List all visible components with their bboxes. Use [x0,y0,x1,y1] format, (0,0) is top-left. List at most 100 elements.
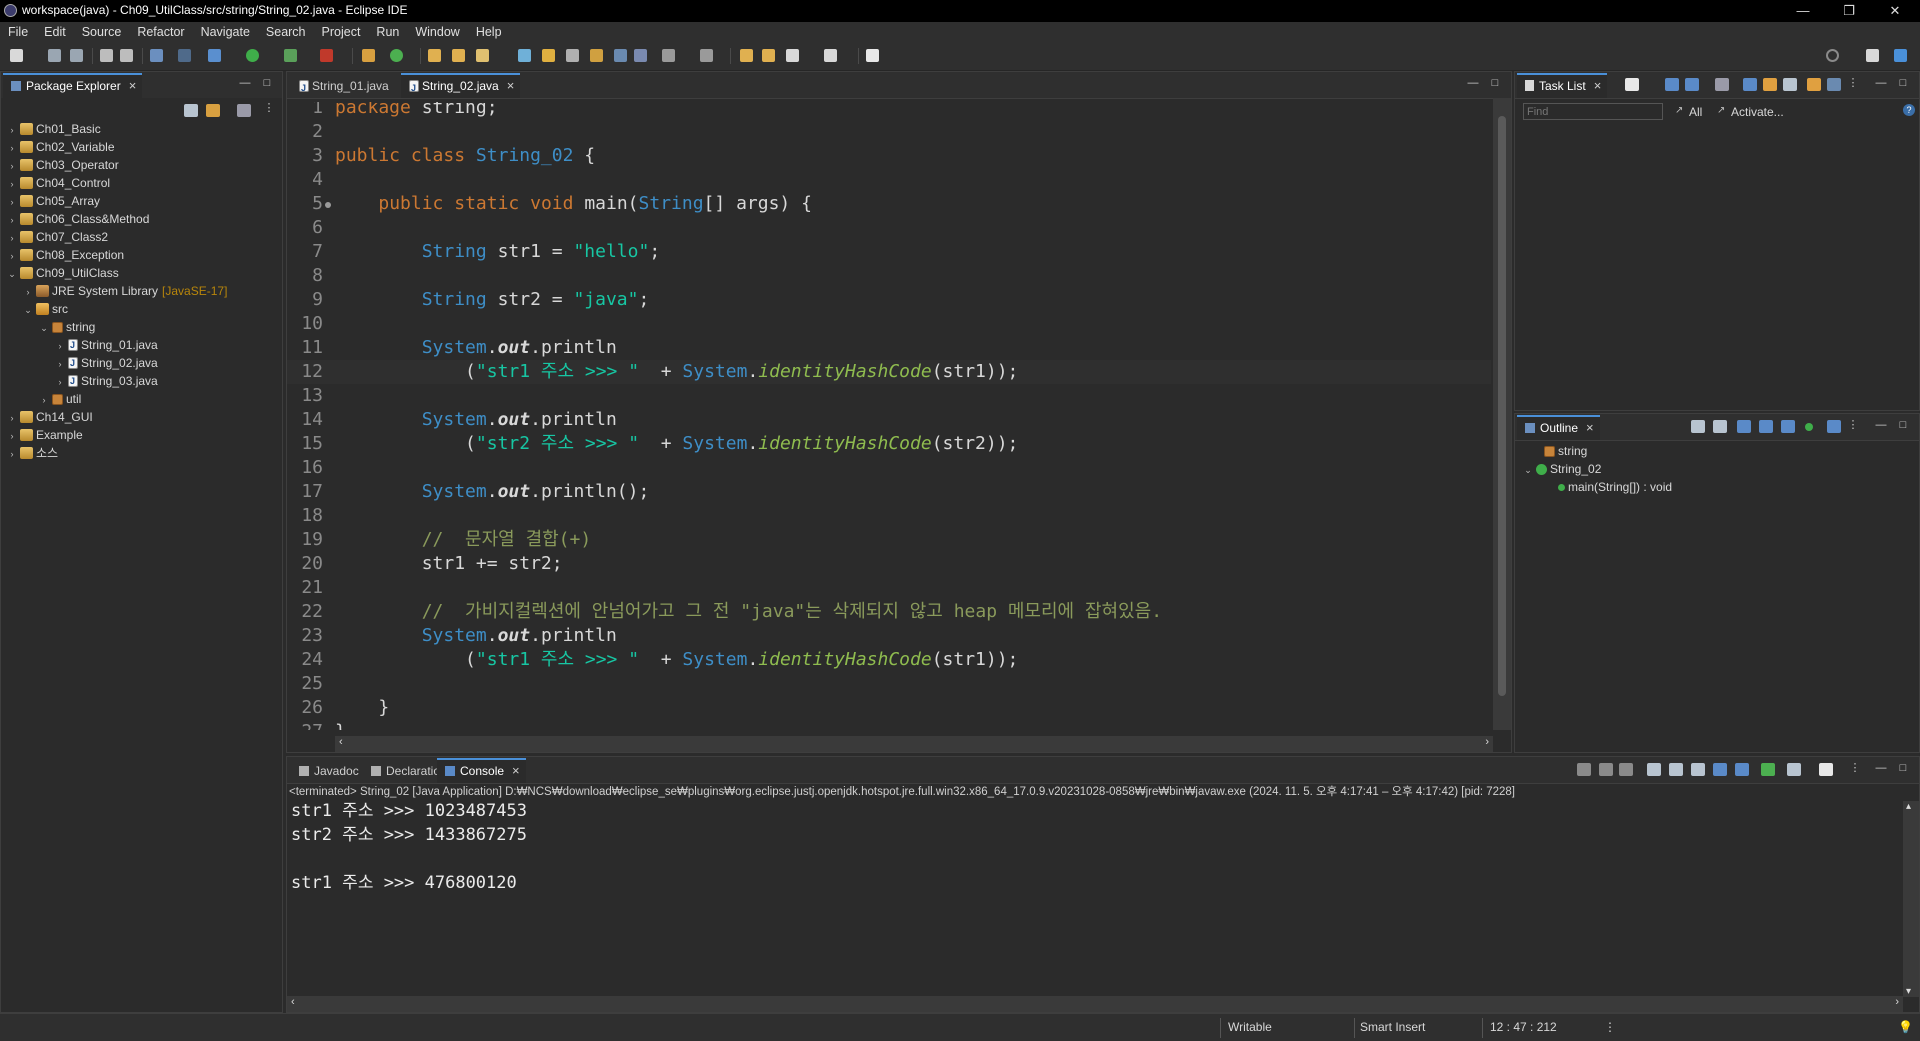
open-type-icon[interactable] [428,49,441,62]
tree-item[interactable]: ⌄ Ch09_UtilClass [7,264,118,282]
editor-scroll-thumb[interactable] [1498,116,1506,696]
tree-item[interactable]: › 소스 [7,444,59,462]
task-view-menu-icon[interactable]: ⋮ [1847,78,1859,89]
maximize-console-icon[interactable]: □ [1897,763,1909,774]
code-line[interactable]: 25 [287,672,1491,696]
run-icon[interactable] [246,49,259,62]
undo-icon[interactable] [100,49,113,62]
open-perspective-icon[interactable] [866,49,879,62]
scheduled-icon[interactable] [1685,78,1699,91]
show-on-stderr-icon[interactable] [1735,763,1749,776]
tab-package-explorer[interactable]: Package Explorer × [3,73,143,98]
outline-collapse-all-icon[interactable] [1691,420,1705,433]
tree-item[interactable]: › util [39,390,82,408]
chevron-right-icon[interactable]: › [7,427,17,445]
maximize-editor-icon[interactable]: □ [1489,78,1501,89]
pin-console-icon[interactable] [1761,763,1775,776]
scroll-right-icon[interactable]: › [1485,736,1489,748]
minimize-button[interactable]: — [1780,0,1826,22]
tree-item[interactable]: › Ch07_Class2 [7,228,109,247]
collapse-all-icon[interactable] [184,104,198,117]
outline-item[interactable]: ⌄ String_02 [1523,460,1601,478]
minimize-view-icon[interactable]: — [239,78,251,89]
focus-workweek-icon[interactable] [1715,78,1729,91]
menu-window[interactable]: Window [407,22,467,42]
tree-item[interactable]: ⌄ string [39,318,95,336]
tree-item[interactable]: › JRE System Library [JavaSE-17] [23,282,228,300]
tree-item[interactable]: › Example [7,426,83,444]
code-line[interactable]: 24 ("str1 주소 >>> " + System.identityHash… [287,648,1491,672]
help-icon[interactable]: ? [1903,104,1915,116]
toggle-mark-occurrences-icon[interactable] [518,49,531,62]
tab-task-list[interactable]: Task List × [1517,73,1608,98]
console-horizontal-scrollbar[interactable]: ‹ › [287,996,1903,1012]
tab-javadoc[interactable]: Javadoc [291,760,365,782]
remove-launch-icon[interactable] [1599,763,1613,776]
close-tab-icon[interactable]: × [507,78,515,93]
console-output[interactable]: str1 주소 >>> 1023487453 str2 주소 >>> 143386… [287,799,1899,989]
close-outline-icon[interactable]: × [1586,420,1594,435]
coverage-icon[interactable] [284,49,297,62]
chevron-right-icon[interactable]: › [7,247,17,265]
chevron-right-icon[interactable]: › [55,337,65,355]
external-tools-icon[interactable] [320,49,333,62]
minimize-console-icon[interactable]: — [1875,763,1887,774]
code-line[interactable]: 8 [287,264,1491,288]
tree-item[interactable]: › Ch02_Variable [7,138,115,156]
chevron-right-icon[interactable]: › [55,355,65,373]
menu-refactor[interactable]: Refactor [129,22,192,42]
menu-file[interactable]: File [0,22,36,42]
code-line[interactable]: 9 String str2 = "java"; [287,288,1491,312]
redo-icon[interactable] [120,49,133,62]
tree-item[interactable]: › String_01.java [55,336,158,354]
console-scroll-left-icon[interactable]: ‹ [291,996,295,1008]
chevron-down-icon[interactable]: ⌄ [1523,461,1533,479]
code-line[interactable]: 15 ("str2 주소 >>> " + System.identityHash… [287,432,1491,456]
chevron-right-icon[interactable]: › [7,193,17,211]
minimize-editor-icon[interactable]: — [1467,78,1479,89]
code-line[interactable]: 3 public class String_02 { [287,144,1491,168]
forward-last-edit-icon[interactable] [762,49,775,62]
activate-link[interactable]: Activate... [1731,105,1784,119]
java-perspective-icon[interactable] [1894,49,1907,62]
code-line[interactable]: 10 [287,312,1491,336]
next-annotation-icon[interactable] [590,49,603,62]
code-line[interactable]: 17 System.out.println(); [287,480,1491,504]
tree-item[interactable]: › Ch05_Array [7,192,101,211]
chevron-down-icon[interactable]: ⌄ [23,301,33,319]
tree-item[interactable]: › Ch06_Class&Method [7,210,150,228]
tab-console[interactable]: Console × [437,758,526,783]
new-task-icon[interactable] [1625,78,1639,91]
insert-mode-status[interactable]: Smart Insert [1360,1020,1425,1034]
editor-tab[interactable]: String_02.java × [401,73,521,99]
maximize-task-list-icon[interactable]: □ [1897,78,1909,89]
search-icon[interactable] [1826,49,1839,62]
chevron-down-icon[interactable]: ⌄ [39,319,49,337]
search-toolbar-icon[interactable] [476,49,489,62]
close-tab-icon[interactable]: × [129,78,137,93]
minimize-task-list-icon[interactable]: — [1875,78,1887,89]
open-task-icon[interactable] [452,49,465,62]
chevron-right-icon[interactable]: › [7,175,17,193]
new-class-icon[interactable] [390,49,403,62]
terminate-icon[interactable] [1577,763,1591,776]
code-line[interactable]: 2 [287,120,1491,144]
view-menu-icon[interactable]: ⋮ [263,103,275,114]
chevron-right-icon[interactable]: › [7,229,17,247]
tree-item[interactable]: › Ch14_GUI [7,408,93,426]
tree-item[interactable]: › Ch08_Exception [7,246,125,265]
console-view-menu-icon[interactable]: ⋮ [1849,763,1861,774]
task-presentation-icon[interactable] [1827,78,1841,91]
close-window-button[interactable]: ✕ [1872,0,1918,22]
show-whitespace-icon[interactable] [614,49,627,62]
close-console-tab-icon[interactable]: × [512,763,520,778]
code-line[interactable]: 12 ("str1 주소 >>> " + System.identityHash… [287,360,1491,384]
editor-tab[interactable]: String_01.java [291,75,395,99]
skip-breakpoints-icon[interactable] [178,49,191,62]
console-vertical-scrollbar[interactable]: ▴ ▾ [1903,801,1919,997]
scroll-lock-icon[interactable] [1669,763,1683,776]
block-selection-icon[interactable] [566,49,579,62]
tip-icon[interactable]: 💡 [1898,1020,1913,1034]
scroll-left-icon[interactable]: ‹ [339,736,343,748]
open-console-icon[interactable] [1819,763,1833,776]
